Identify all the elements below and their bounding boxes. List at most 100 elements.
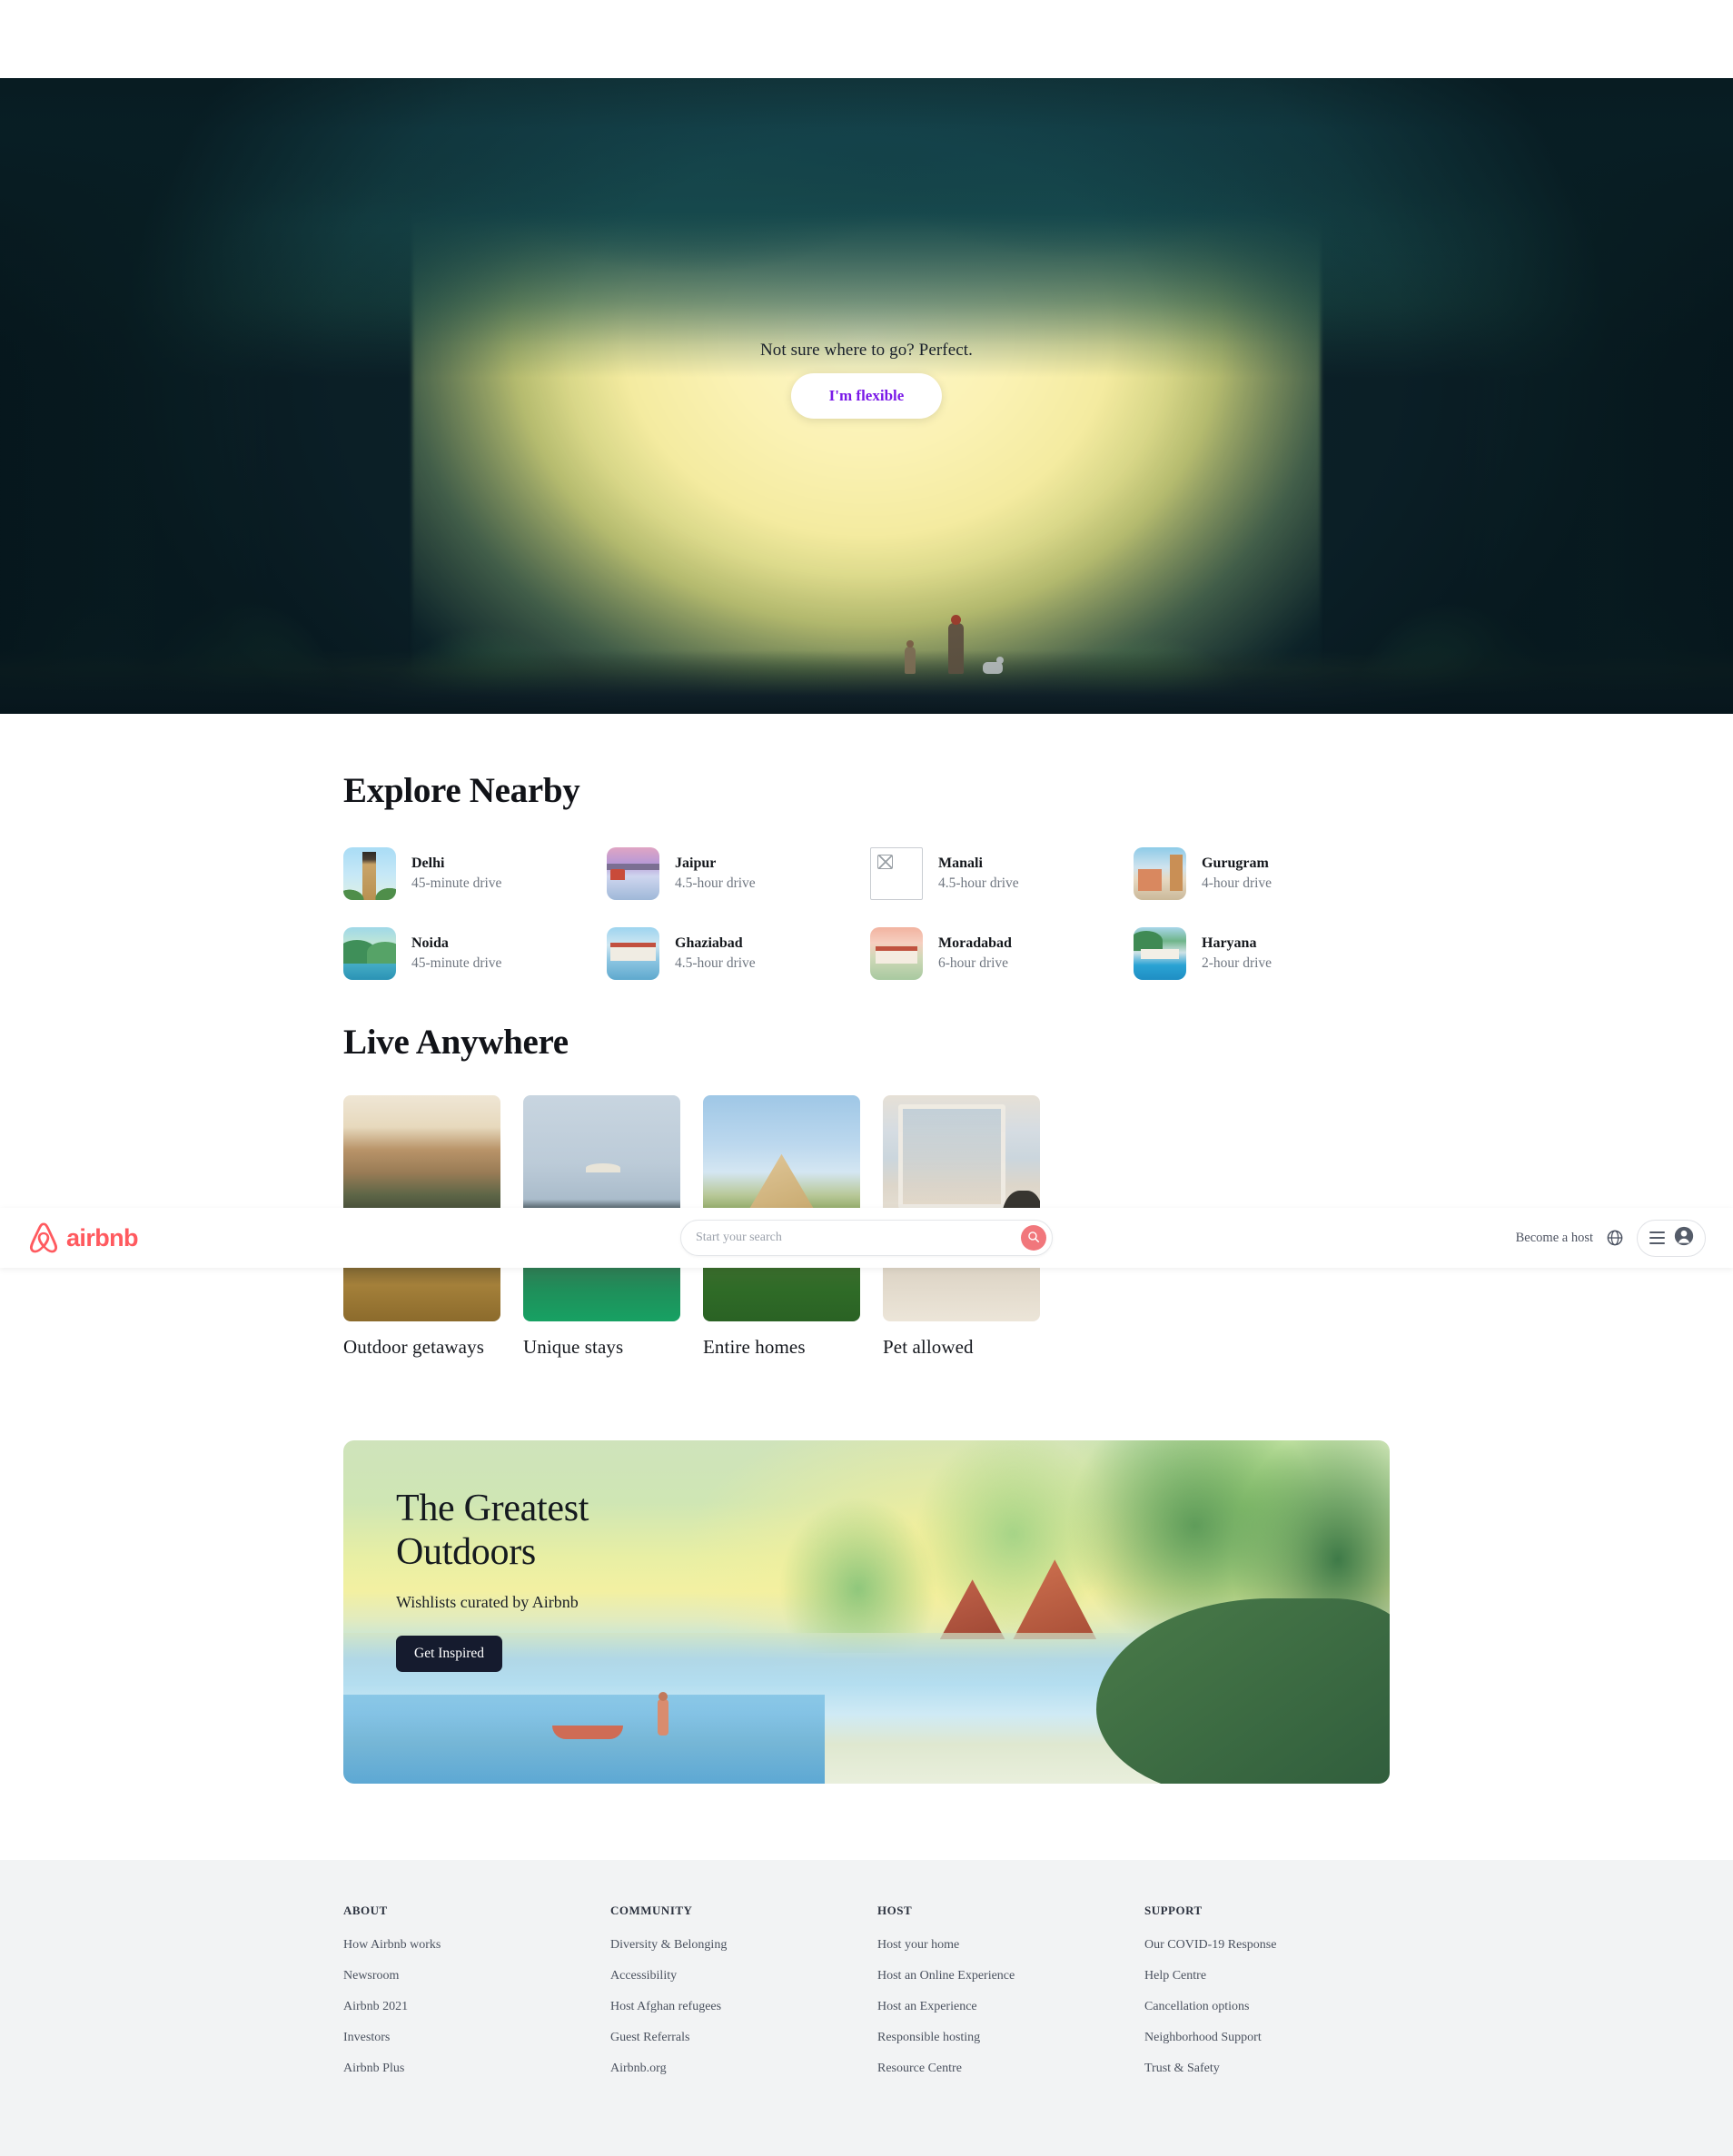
city-distance: 45-minute drive <box>411 875 502 891</box>
city-meta: Jaipur 4.5-hour drive <box>675 854 756 894</box>
live-anywhere-section: Live Anywhere Outdoor getaways Unique sta… <box>343 980 1390 1359</box>
broken-image-icon <box>870 847 923 900</box>
search-input[interactable] <box>696 1231 1021 1245</box>
user-avatar-icon <box>1673 1225 1695 1251</box>
city-name: Haryana <box>1202 935 1257 952</box>
footer-link[interactable]: Host Afghan refugees <box>610 2000 856 2014</box>
site-footer: ABOUT How Airbnb works Newsroom Airbnb 2021… <box>0 1860 1733 2156</box>
footer-link[interactable]: Host an Experience <box>877 2000 1123 2014</box>
city-name: Manali <box>938 855 983 872</box>
outdoors-canoe <box>552 1725 624 1739</box>
footer-link[interactable]: Airbnb.org <box>610 2062 856 2076</box>
city-thumbnail <box>1134 927 1186 980</box>
city-thumbnail <box>870 927 923 980</box>
city-card[interactable]: Noida 45-minute drive <box>343 927 599 980</box>
city-name: Moradabad <box>938 935 1012 952</box>
city-card[interactable]: Moradabad 6-hour drive <box>870 927 1126 980</box>
city-thumbnail <box>1134 847 1186 900</box>
city-distance: 4.5-hour drive <box>675 875 756 891</box>
city-name: Noida <box>411 935 449 952</box>
city-card[interactable]: Gurugram 4-hour drive <box>1134 847 1390 900</box>
search-bar[interactable] <box>680 1220 1053 1256</box>
globe-icon[interactable] <box>1606 1229 1624 1247</box>
live-anywhere-label: Pet allowed <box>883 1336 974 1358</box>
footer-link[interactable]: Diversity & Belonging <box>610 1938 856 1953</box>
footer-link[interactable]: Our COVID-19 Response <box>1144 1938 1390 1953</box>
footer-link[interactable]: How Airbnb works <box>343 1938 589 1953</box>
footer-link[interactable]: Help Centre <box>1144 1969 1390 1983</box>
get-inspired-button[interactable]: Get Inspired <box>396 1635 503 1672</box>
greatest-outdoors-banner: The Greatest Outdoors Wishlists curated … <box>343 1440 1390 1784</box>
city-card[interactable]: Haryana 2-hour drive <box>1134 927 1390 980</box>
city-meta: Gurugram 4-hour drive <box>1202 854 1272 894</box>
footer-link[interactable]: Host an Online Experience <box>877 1969 1123 1983</box>
footer-link[interactable]: Airbnb 2021 <box>343 2000 589 2014</box>
city-distance: 4-hour drive <box>1202 875 1273 891</box>
search-button[interactable] <box>1021 1225 1046 1251</box>
footer-column-heading: COMMUNITY <box>610 1904 693 1917</box>
footer-link[interactable]: Accessibility <box>610 1969 856 1983</box>
live-anywhere-label: Unique stays <box>523 1336 624 1358</box>
magnifier-icon <box>1027 1231 1040 1246</box>
explore-nearby-grid: Delhi 45-minute drive Jaipur 4.5-hour drive… <box>343 847 1390 980</box>
airbnb-wordmark: airbnb <box>66 1223 139 1251</box>
account-menu-button[interactable] <box>1637 1219 1706 1257</box>
hamburger-icon <box>1649 1231 1665 1244</box>
footer-link[interactable]: Trust & Safety <box>1144 2062 1390 2076</box>
city-distance: 2-hour drive <box>1202 954 1273 971</box>
footer-link[interactable]: Guest Referrals <box>610 2031 856 2045</box>
footer-link[interactable]: Newsroom <box>343 1969 589 1983</box>
footer-column: COMMUNITY Diversity & Belonging Accessibil… <box>610 1904 856 2092</box>
city-card[interactable]: Ghaziabad 4.5-hour drive <box>607 927 863 980</box>
footer-column-heading: HOST <box>877 1904 913 1917</box>
footer-link[interactable]: Resource Centre <box>877 2062 1123 2076</box>
outdoors-text-block: The Greatest Outdoors Wishlists curated … <box>396 1488 589 1672</box>
footer-link[interactable]: Investors <box>343 2031 589 2045</box>
airbnb-logo[interactable]: airbnb <box>27 1221 139 1255</box>
city-name: Gurugram <box>1202 855 1269 872</box>
explore-nearby-section: Explore Nearby Delhi 45-minute drive Jaipu… <box>343 714 1390 980</box>
footer-link[interactable]: Cancellation options <box>1144 2000 1390 2014</box>
footer-columns: ABOUT How Airbnb works Newsroom Airbnb 2021… <box>343 1904 1390 2092</box>
main-navbar: airbnb Become a host <box>0 1208 1733 1268</box>
footer-column: SUPPORT Our COVID-19 Response Help Centre C… <box>1144 1904 1390 2092</box>
hero-banner: Not sure where to go? Perfect. I'm flexi… <box>0 78 1733 714</box>
city-meta: Noida 45-minute drive <box>411 934 501 974</box>
city-distance: 4.5-hour drive <box>938 875 1019 891</box>
live-anywhere-label: Outdoor getaways <box>343 1336 484 1358</box>
city-name: Delhi <box>411 855 445 872</box>
become-a-host-link[interactable]: Become a host <box>1516 1231 1593 1246</box>
city-card[interactable]: Manali 4.5-hour drive <box>870 847 1126 900</box>
city-meta: Delhi 45-minute drive <box>411 854 501 894</box>
footer-link[interactable]: Neighborhood Support <box>1144 2031 1390 2045</box>
footer-link[interactable]: Responsible hosting <box>877 2031 1123 2045</box>
city-card[interactable]: Jaipur 4.5-hour drive <box>607 847 863 900</box>
hero-tagline: Not sure where to go? Perfect. <box>759 341 974 360</box>
footer-column-heading: SUPPORT <box>1144 1904 1203 1917</box>
city-distance: 6-hour drive <box>938 954 1009 971</box>
city-meta: Manali 4.5-hour drive <box>938 854 1019 894</box>
outdoors-subtitle: Wishlists curated by Airbnb <box>396 1592 579 1611</box>
im-flexible-button[interactable]: I'm flexible <box>790 373 943 419</box>
outdoors-title: The Greatest Outdoors <box>396 1488 589 1573</box>
live-anywhere-label: Entire homes <box>703 1336 806 1358</box>
navbar-right-group: Become a host <box>1516 1219 1706 1257</box>
footer-column: HOST Host your home Host an Online Experie… <box>877 1904 1123 2092</box>
city-card[interactable]: Delhi 45-minute drive <box>343 847 599 900</box>
footer-link[interactable]: Host your home <box>877 1938 1123 1953</box>
city-thumbnail <box>607 927 659 980</box>
city-thumbnail <box>343 927 396 980</box>
city-thumbnail <box>343 847 396 900</box>
footer-link[interactable]: Airbnb Plus <box>343 2062 589 2076</box>
explore-nearby-title: Explore Nearby <box>343 771 580 810</box>
hero-content: Not sure where to go? Perfect. I'm flexi… <box>760 341 973 419</box>
footer-column-heading: ABOUT <box>343 1904 388 1917</box>
city-meta: Moradabad 6-hour drive <box>938 934 1012 974</box>
city-meta: Haryana 2-hour drive <box>1202 934 1272 974</box>
city-name: Jaipur <box>675 855 717 872</box>
city-distance: 4.5-hour drive <box>675 954 756 971</box>
city-name: Ghaziabad <box>675 935 743 952</box>
live-anywhere-title: Live Anywhere <box>343 1023 569 1062</box>
top-white-strip <box>0 0 1733 78</box>
city-distance: 45-minute drive <box>411 954 502 971</box>
